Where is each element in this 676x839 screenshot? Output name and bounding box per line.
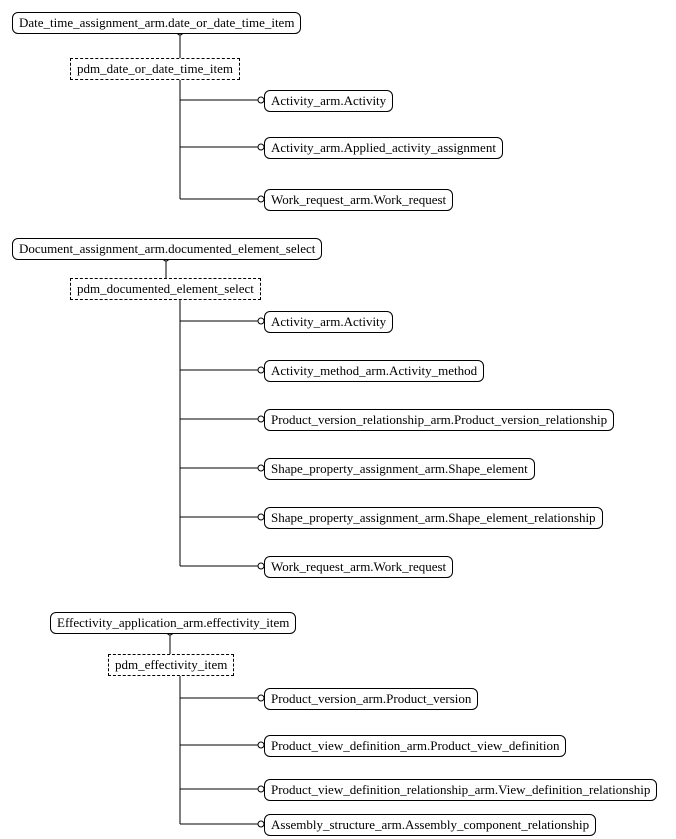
child-node: Activity_arm.Activity xyxy=(264,311,393,333)
root-node: Effectivity_application_arm.effectivity_… xyxy=(50,612,296,634)
child-node: Assembly_structure_arm.Assembly_componen… xyxy=(264,814,596,836)
sub-node: pdm_documented_element_select xyxy=(70,278,261,300)
child-node: Work_request_arm.Work_request xyxy=(264,556,453,578)
child-node: Work_request_arm.Work_request xyxy=(264,189,453,211)
child-node: Product_view_definition_relationship_arm… xyxy=(264,779,657,801)
child-node: Activity_arm.Applied_activity_assignment xyxy=(264,137,503,159)
sub-node: pdm_date_or_date_time_item xyxy=(70,58,240,80)
root-node: Document_assignment_arm.documented_eleme… xyxy=(12,238,322,260)
child-node: Shape_property_assignment_arm.Shape_elem… xyxy=(264,507,603,529)
child-node: Product_version_relationship_arm.Product… xyxy=(264,409,614,431)
root-node: Date_time_assignment_arm.date_or_date_ti… xyxy=(12,12,301,34)
child-node: Product_version_arm.Product_version xyxy=(264,688,478,710)
child-node: Shape_property_assignment_arm.Shape_elem… xyxy=(264,458,535,480)
sub-node: pdm_effectivity_item xyxy=(108,654,234,676)
child-node: Activity_arm.Activity xyxy=(264,90,393,112)
child-node: Activity_method_arm.Activity_method xyxy=(264,360,484,382)
child-node: Product_view_definition_arm.Product_view… xyxy=(264,735,566,757)
